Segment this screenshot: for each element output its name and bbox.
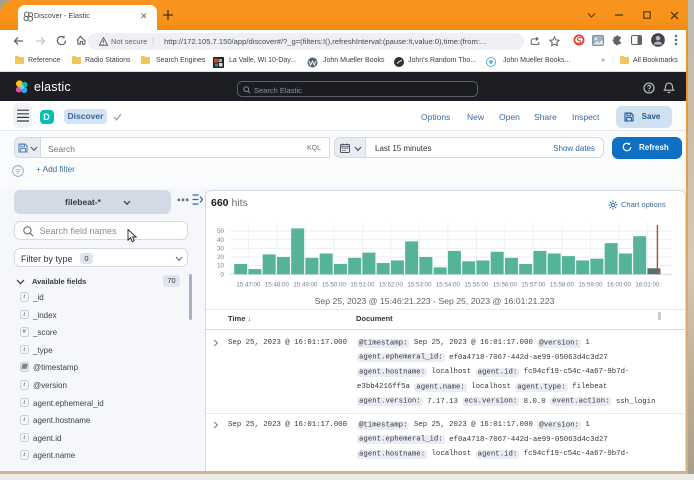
svg-text:40: 40 — [217, 237, 224, 244]
svg-text:15:58:00: 15:58:00 — [550, 281, 575, 288]
svg-text:15:53:00: 15:53:00 — [407, 281, 432, 288]
svg-text:20: 20 — [217, 254, 224, 261]
svg-text:15:55:00: 15:55:00 — [464, 281, 489, 288]
svg-text:0: 0 — [221, 271, 225, 278]
svg-text:15:56:00: 15:56:00 — [493, 281, 518, 288]
svg-text:15:59:00: 15:59:00 — [578, 281, 603, 288]
svg-text:10: 10 — [217, 263, 224, 270]
svg-text:15:54:00: 15:54:00 — [436, 281, 461, 288]
svg-text:15:51:00: 15:51:00 — [350, 281, 375, 288]
svg-text:16:01:00: 16:01:00 — [635, 281, 660, 288]
svg-text:15:48:00: 15:48:00 — [265, 281, 290, 288]
svg-text:15:47:00: 15:47:00 — [236, 281, 261, 288]
svg-text:15:50:00: 15:50:00 — [322, 281, 347, 288]
svg-text:15:57:00: 15:57:00 — [521, 281, 546, 288]
svg-text:15:49:00: 15:49:00 — [293, 281, 318, 288]
svg-text:16:00:00: 16:00:00 — [607, 281, 632, 288]
svg-text:15:52:00: 15:52:00 — [379, 281, 404, 288]
svg-text:50: 50 — [217, 228, 224, 235]
svg-text:30: 30 — [217, 245, 224, 252]
